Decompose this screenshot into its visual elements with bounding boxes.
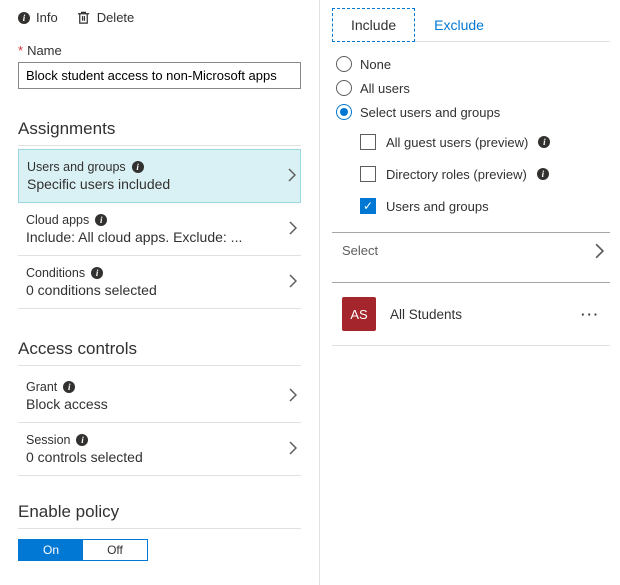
delete-command[interactable]: Delete xyxy=(76,10,135,25)
row-subtitle: Include: All cloud apps. Exclude: ... xyxy=(26,229,242,245)
checkbox-icon xyxy=(360,198,376,214)
info-label: Info xyxy=(36,10,58,25)
trash-icon xyxy=(76,10,91,25)
select-options: All guest users (preview) i Directory ro… xyxy=(360,134,610,214)
divider xyxy=(18,365,301,366)
row-title: Grant xyxy=(26,380,57,394)
command-bar: i Info Delete xyxy=(18,10,301,25)
radio-label: All users xyxy=(360,81,410,96)
select-users-groups-button[interactable]: Select xyxy=(332,232,610,283)
info-icon: i xyxy=(538,136,550,148)
check-label: Users and groups xyxy=(386,199,489,214)
row-subtitle: 0 controls selected xyxy=(26,449,143,465)
radio-none[interactable]: None xyxy=(336,56,610,72)
access-controls-heading: Access controls xyxy=(18,339,301,359)
group-avatar: AS xyxy=(342,297,376,331)
chevron-right-icon xyxy=(289,221,297,238)
delete-label: Delete xyxy=(97,10,135,25)
check-directory-roles[interactable]: Directory roles (preview) i xyxy=(360,166,610,182)
radio-label: None xyxy=(360,57,391,72)
info-icon: i xyxy=(18,12,30,24)
info-icon: i xyxy=(95,214,107,226)
chevron-right-icon xyxy=(289,388,297,405)
assignments-conditions[interactable]: Conditions i 0 conditions selected xyxy=(18,256,301,309)
enable-policy-heading: Enable policy xyxy=(18,502,301,522)
radio-all-users[interactable]: All users xyxy=(336,80,610,96)
radio-icon xyxy=(336,104,352,120)
toggle-off[interactable]: Off xyxy=(83,540,147,560)
row-title: Users and groups xyxy=(27,160,126,174)
info-icon: i xyxy=(132,161,144,173)
select-label: Select xyxy=(342,243,378,258)
right-panel: Include Exclude None All users Select us… xyxy=(320,0,620,585)
row-subtitle: 0 conditions selected xyxy=(26,282,157,298)
policy-name-input[interactable] xyxy=(18,62,301,89)
info-icon: i xyxy=(537,168,549,180)
row-title: Session xyxy=(26,433,70,447)
include-exclude-tabs: Include Exclude xyxy=(332,8,610,42)
group-name: All Students xyxy=(390,307,561,322)
info-command[interactable]: i Info xyxy=(18,10,58,25)
check-guest-users[interactable]: All guest users (preview) i xyxy=(360,134,610,150)
assignments-cloud-apps[interactable]: Cloud apps i Include: All cloud apps. Ex… xyxy=(18,203,301,256)
info-icon: i xyxy=(63,381,75,393)
selected-group-row: AS All Students ··· xyxy=(332,283,610,346)
assignments-users-groups[interactable]: Users and groups i Specific users includ… xyxy=(18,149,301,203)
enable-policy-toggle: On Off xyxy=(18,539,148,561)
assignments-heading: Assignments xyxy=(18,119,301,139)
more-actions-button[interactable]: ··· xyxy=(575,307,606,322)
info-icon: i xyxy=(91,267,103,279)
radio-icon xyxy=(336,56,352,72)
info-icon: i xyxy=(76,434,88,446)
radio-icon xyxy=(336,80,352,96)
tab-exclude[interactable]: Exclude xyxy=(415,8,503,42)
check-label: Directory roles (preview) xyxy=(386,167,527,182)
divider xyxy=(18,528,301,529)
checkbox-icon xyxy=(360,134,376,150)
left-panel: i Info Delete *Name Assignments Users an… xyxy=(0,0,320,585)
chevron-right-icon xyxy=(289,441,297,458)
radio-label: Select users and groups xyxy=(360,105,500,120)
checkbox-icon xyxy=(360,166,376,182)
chevron-right-icon xyxy=(288,168,296,185)
tab-include[interactable]: Include xyxy=(332,8,415,42)
access-grant[interactable]: Grant i Block access xyxy=(18,370,301,423)
divider xyxy=(18,145,301,146)
radio-select-users-groups[interactable]: Select users and groups xyxy=(336,104,610,120)
row-subtitle: Specific users included xyxy=(27,176,170,192)
scope-radio-group: None All users Select users and groups xyxy=(336,56,610,120)
check-label: All guest users (preview) xyxy=(386,135,528,150)
required-marker: * xyxy=(18,43,23,58)
row-title: Conditions xyxy=(26,266,85,280)
check-users-groups[interactable]: Users and groups xyxy=(360,198,610,214)
chevron-right-icon xyxy=(595,243,604,262)
access-session[interactable]: Session i 0 controls selected xyxy=(18,423,301,476)
row-subtitle: Block access xyxy=(26,396,108,412)
toggle-on[interactable]: On xyxy=(19,540,83,560)
name-field-label: *Name xyxy=(18,43,301,58)
row-title: Cloud apps xyxy=(26,213,89,227)
chevron-right-icon xyxy=(289,274,297,291)
